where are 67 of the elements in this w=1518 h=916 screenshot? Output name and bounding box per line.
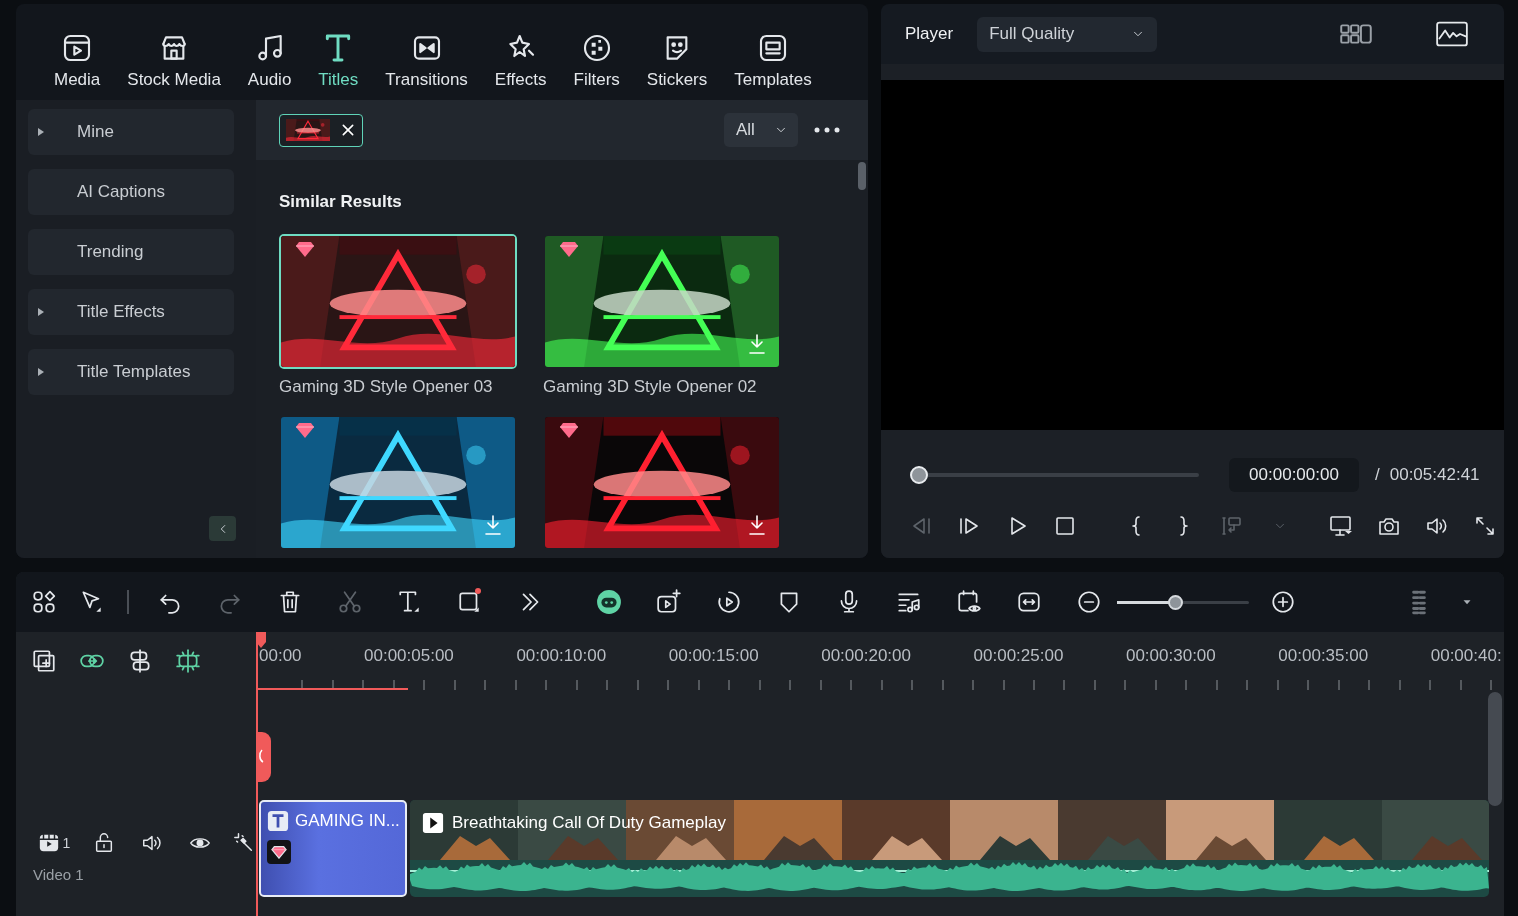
ruler-label: 00:00:20:00 (820, 646, 912, 666)
sidebar-item[interactable]: Trending (28, 229, 234, 275)
track-name: Video 1 (32, 866, 85, 885)
image-search-chip[interactable] (279, 113, 363, 147)
panel-title: Player (905, 24, 954, 44)
ruler-label: 00:00:25:00 (972, 646, 1065, 666)
section-heading: Similar Results (279, 192, 403, 212)
download-icon[interactable] (747, 514, 767, 536)
filter-dropdown[interactable]: All (724, 113, 798, 147)
wand-icon[interactable] (233, 832, 255, 854)
media-tab[interactable]: Stock Media (127, 4, 221, 100)
track-number: 1 (62, 835, 71, 851)
clip-label: Breathtaking Call Of Duty Gameplay (452, 813, 726, 833)
clock-eye-icon[interactable] (956, 589, 982, 615)
card-title: Gaming 3D Style Opener 02 (543, 377, 758, 397)
stop-icon[interactable] (1053, 514, 1077, 538)
template-icon (757, 32, 789, 64)
media-tab[interactable]: Titles (318, 4, 359, 100)
media-tab[interactable]: Templates (734, 4, 812, 100)
media-tab[interactable]: Transitions (385, 4, 468, 100)
media-tab[interactable]: Filters (573, 4, 620, 100)
text-icon (267, 810, 289, 832)
download-icon[interactable] (747, 333, 767, 355)
current-time: 00:00:00:00 (1229, 458, 1359, 492)
title-clip[interactable]: GAMING IN... (259, 800, 407, 897)
monitor-icon[interactable] (1329, 514, 1353, 538)
robot-icon[interactable] (596, 589, 622, 615)
chart-icon[interactable] (1436, 20, 1468, 48)
zoom-in-icon[interactable] (1270, 589, 1296, 615)
scrollbar[interactable] (858, 162, 866, 190)
lock-icon[interactable] (93, 832, 115, 854)
ruler-label: 00:00:15:00 (667, 646, 760, 666)
sidebar-item[interactable]: Title Effects (28, 289, 234, 335)
video-sparkle-icon[interactable] (656, 589, 682, 615)
trash-icon[interactable] (277, 589, 303, 615)
ruler-label: 00:00:35:00 (1277, 646, 1370, 666)
ruler-label: 00:00:05:00 (363, 646, 455, 666)
add-track-icon[interactable] (31, 648, 57, 674)
ruler-label: 00:00 (258, 646, 303, 666)
media-tab[interactable]: Stickers (646, 4, 708, 100)
ruler-label: 00:00:40: (1429, 646, 1503, 666)
clip-label: GAMING IN... (295, 811, 400, 831)
more-icon[interactable] (814, 125, 840, 135)
card-title: Gaming 3D Style Opener 03 (279, 377, 494, 397)
film-icon[interactable] (37, 832, 60, 854)
video-clip[interactable]: Breathtaking Call Of Duty Gameplay (410, 800, 1489, 897)
time-separator: / (1375, 465, 1380, 485)
total-time: 00:05:42:41 (1389, 465, 1480, 485)
zoom-slider[interactable] (1117, 593, 1249, 611)
media-tab[interactable]: Audio (247, 4, 292, 100)
media-tab[interactable]: Media (54, 4, 101, 100)
ruler-label: 00:00:30:00 (1124, 646, 1217, 666)
sidebar-item[interactable]: Title Templates (28, 349, 234, 395)
zoom-out-icon[interactable] (1076, 589, 1102, 615)
ripple-icon[interactable] (127, 648, 153, 674)
sidebar-item[interactable]: Mine (28, 109, 234, 155)
play-circle-icon[interactable] (716, 589, 742, 615)
close-icon[interactable] (340, 122, 356, 138)
download-icon[interactable] (483, 514, 503, 536)
sidebar-item[interactable]: AI Captions (28, 169, 234, 215)
apps-icon[interactable] (31, 589, 57, 615)
ruler-label: 00:00:10:00 (515, 646, 608, 666)
expand-icon[interactable] (1473, 514, 1497, 538)
quality-dropdown[interactable]: Full Quality (977, 16, 1158, 52)
fit-width-icon[interactable] (1016, 589, 1042, 615)
media-tab[interactable]: Effects (494, 4, 547, 100)
scrollbar[interactable] (1488, 692, 1502, 806)
